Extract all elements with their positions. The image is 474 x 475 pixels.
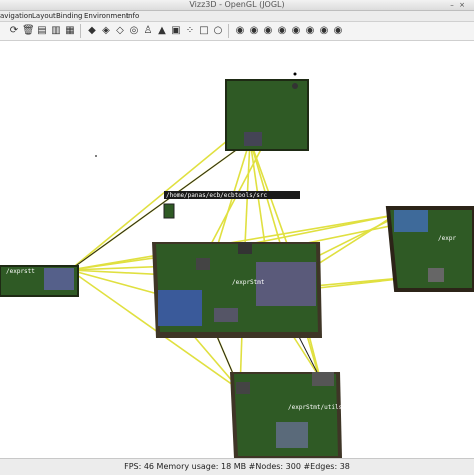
close-icon[interactable]: × [458,1,466,9]
eye-icon[interactable]: ◉ [290,25,302,37]
layout-cone-icon[interactable]: ▲ [156,25,168,37]
node-point [95,155,97,157]
class-node[interactable] [236,382,250,394]
node-point[interactable] [293,72,297,76]
barchart-icon[interactable]: ▦ [64,25,76,37]
eye-icon[interactable]: ◉ [318,25,330,37]
toolbar-separator [80,24,81,38]
left-package-label: /exprstt [6,268,35,275]
right-package-label: /expr [438,235,456,242]
class-node-grid[interactable] [276,422,308,448]
layout-dots-icon[interactable]: ⁘ [184,25,196,37]
layout-grid-icon[interactable]: ◆ [86,25,98,37]
menu-layout[interactable]: Layout [32,11,56,21]
class-node[interactable] [214,308,238,322]
title-bar: Vizz3D - OpenGL (JOGL) – × [0,0,474,11]
graph-canvas[interactable]: /exprstt /expr /exprStmt /exprStmt/utils… [0,41,474,458]
package-box-bottom[interactable]: /exprStmt/utils [230,372,343,458]
class-node-grid[interactable] [44,268,74,290]
class-node-grid[interactable] [256,262,316,306]
save-icon[interactable]: ▤ [36,25,48,37]
toolbar: ⟳ 🗑 ▤ ▥ ▦ ◆ ◈ ◇ ◎ ♙ ▲ ▣ ⁘ □ ○ ◉ ◉ ◉ ◉ ◉ … [0,22,474,41]
menu-bar: avigation Layout Binding Environment Inf… [0,11,474,22]
refresh-icon[interactable]: ⟳ [8,25,20,37]
person-icon[interactable]: ♙ [142,25,154,37]
layout-box-icon[interactable]: ▣ [170,25,182,37]
layout-radial-icon[interactable]: ◇ [114,25,126,37]
toolbar-separator [228,24,229,38]
path-label-tag: /home/panas/ecb/ecbtools/src [164,191,300,199]
minimize-icon[interactable]: – [448,1,456,9]
opengl-viewport[interactable]: /exprstt /expr /exprStmt /exprStmt/utils… [0,41,474,458]
eye-icon[interactable]: ◉ [262,25,274,37]
class-node[interactable] [312,372,334,386]
floating-node[interactable] [163,203,175,219]
class-node[interactable] [244,132,262,146]
class-node[interactable] [238,242,252,254]
layout-circle-icon[interactable]: ○ [212,25,224,37]
eye-icon[interactable]: ◉ [332,25,344,37]
layout-sphere-icon[interactable]: ◎ [128,25,140,37]
eye-icon[interactable]: ◉ [304,25,316,37]
eye-icon[interactable]: ◉ [276,25,288,37]
chart-icon[interactable]: ▥ [50,25,62,37]
menu-navigation[interactable]: avigation [0,11,33,21]
path-label: /home/panas/ecb/ecbtools/src [166,192,268,199]
node-point[interactable] [292,83,298,89]
class-node-grid[interactable] [158,290,202,326]
status-text: FPS: 46 Memory usage: 18 MB #Nodes: 300 … [124,462,350,471]
package-box-left[interactable]: /exprstt [0,265,79,297]
package-box-center[interactable]: /exprStmt [152,242,322,338]
package-box-top[interactable] [225,72,309,151]
menu-info[interactable]: Info [126,11,139,21]
menu-binding[interactable]: Binding [56,11,82,21]
class-node[interactable] [428,268,444,282]
menu-environment[interactable]: Environment [84,11,129,21]
bottom-package-label: /exprStmt/utils [288,404,343,411]
eye-icon[interactable]: ◉ [248,25,260,37]
package-box-right[interactable]: /expr [385,206,474,292]
window-title: Vizz3D - OpenGL (JOGL) [189,0,285,9]
class-node-grid[interactable] [394,210,428,232]
class-node[interactable] [196,258,210,270]
vizz3d-window: Vizz3D - OpenGL (JOGL) – × avigation Lay… [0,0,474,475]
layout-tree-icon[interactable]: ◈ [100,25,112,37]
status-bar: FPS: 46 Memory usage: 18 MB #Nodes: 300 … [0,458,474,475]
layout-square-icon[interactable]: □ [198,25,210,37]
center-package-label: /exprStmt [232,279,265,286]
eye-icon[interactable]: ◉ [234,25,246,37]
trash-icon[interactable]: 🗑 [22,25,35,37]
